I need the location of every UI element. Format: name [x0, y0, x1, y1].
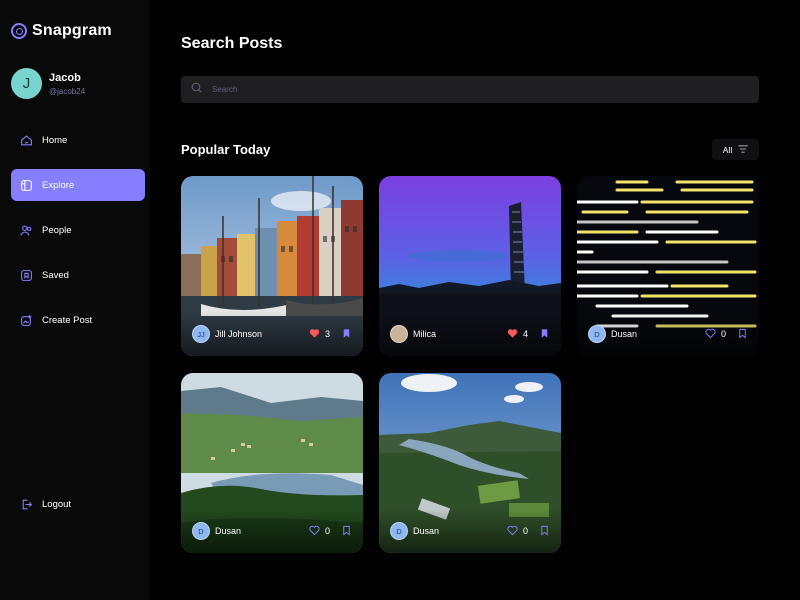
explore-icon — [20, 179, 33, 192]
sidebar-item-label: People — [42, 224, 72, 236]
user-name: Jacob — [49, 71, 81, 84]
saved-icon — [20, 269, 33, 282]
filter-dropdown[interactable]: All — [712, 139, 759, 160]
post-footer: D Dusan 0 — [181, 509, 363, 553]
section-title: Popular Today — [181, 142, 271, 157]
post-card[interactable]: Milica 4 — [379, 176, 561, 356]
like-count: 3 — [324, 329, 330, 339]
search-bar[interactable] — [181, 76, 759, 103]
sidebar: Snapgram J Jacob @jacob24 Home Explore P… — [0, 0, 150, 600]
bookmark-outline-icon[interactable] — [341, 525, 352, 538]
logout-button[interactable]: Logout — [11, 488, 145, 520]
post-stats: 0 — [309, 525, 352, 538]
author-avatar[interactable]: D — [390, 522, 408, 540]
bookmark-filled-icon[interactable] — [539, 328, 550, 341]
post-footer: D Dusan 0 — [379, 509, 561, 553]
heart-filled-icon[interactable] — [309, 328, 320, 341]
heart-filled-icon[interactable] — [507, 328, 518, 341]
author-avatar[interactable] — [390, 325, 408, 343]
app-name: Snapgram — [32, 22, 112, 39]
sidebar-item-people[interactable]: People — [11, 214, 145, 246]
page-title: Search Posts — [181, 35, 283, 52]
filter-label: All — [722, 144, 733, 155]
post-stats: 0 — [507, 525, 550, 538]
people-icon — [20, 224, 33, 237]
sidebar-item-explore[interactable]: Explore — [11, 169, 145, 201]
avatar: J — [11, 68, 42, 99]
author-avatar[interactable]: D — [588, 325, 606, 343]
logout-label: Logout — [42, 498, 72, 510]
main-content: Search Posts Popular Today All — [150, 0, 800, 600]
like-count: 0 — [324, 526, 330, 536]
logout-icon — [20, 498, 33, 511]
author-name[interactable]: Dusan — [611, 329, 705, 339]
sidebar-item-label: Home — [42, 134, 68, 146]
sidebar-item-label: Saved — [42, 269, 69, 281]
post-card[interactable]: D Dusan 0 — [181, 373, 363, 553]
logo-icon — [11, 23, 27, 39]
like-count: 0 — [720, 329, 726, 339]
sidebar-item-home[interactable]: Home — [11, 124, 145, 156]
sidebar-nav: Home Explore People Saved Create Post — [11, 124, 145, 349]
post-card[interactable]: JJ Jill Johnson 3 — [181, 176, 363, 356]
post-stats: 0 — [705, 328, 748, 341]
bookmark-outline-icon[interactable] — [737, 328, 748, 341]
post-stats: 3 — [309, 328, 352, 341]
author-name[interactable]: Dusan — [413, 526, 507, 536]
author-avatar[interactable]: JJ — [192, 325, 210, 343]
author-name[interactable]: Milica — [413, 329, 507, 339]
user-profile[interactable]: J Jacob @jacob24 — [11, 68, 85, 99]
author-avatar[interactable]: D — [192, 522, 210, 540]
author-name[interactable]: Dusan — [215, 526, 309, 536]
app-logo[interactable]: Snapgram — [11, 22, 112, 40]
sidebar-item-saved[interactable]: Saved — [11, 259, 145, 291]
like-count: 0 — [522, 526, 528, 536]
author-name[interactable]: Jill Johnson — [215, 329, 309, 339]
sidebar-item-label: Explore — [42, 179, 75, 191]
post-footer: D Dusan 0 — [577, 312, 759, 356]
heart-outline-icon[interactable] — [309, 525, 320, 538]
heart-outline-icon[interactable] — [705, 328, 716, 341]
post-footer: JJ Jill Johnson 3 — [181, 312, 363, 356]
filter-icon — [738, 144, 749, 155]
user-handle: @jacob24 — [49, 86, 86, 96]
bookmark-outline-icon[interactable] — [539, 525, 550, 538]
bookmark-filled-icon[interactable] — [341, 328, 352, 341]
search-input[interactable] — [212, 85, 752, 94]
heart-outline-icon[interactable] — [507, 525, 518, 538]
sidebar-item-create-post[interactable]: Create Post — [11, 304, 145, 336]
post-card[interactable]: D Dusan 0 — [379, 373, 561, 553]
search-icon — [190, 81, 203, 99]
post-footer: Milica 4 — [379, 312, 561, 356]
post-stats: 4 — [507, 328, 550, 341]
home-icon — [20, 134, 33, 147]
post-card[interactable]: D Dusan 0 — [577, 176, 759, 356]
sidebar-item-label: Create Post — [42, 314, 93, 326]
create-post-icon — [20, 314, 33, 327]
like-count: 4 — [522, 329, 528, 339]
